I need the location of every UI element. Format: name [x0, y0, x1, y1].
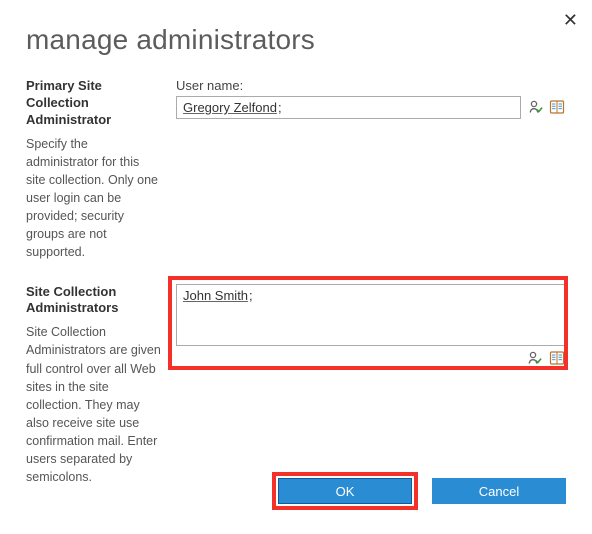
- primary-admin-input[interactable]: Gregory Zelfond;: [176, 96, 521, 119]
- primary-admin-heading: Primary Site Collection Administrator: [26, 78, 162, 129]
- ok-button[interactable]: OK: [278, 478, 412, 504]
- dialog-buttons: OK Cancel: [272, 472, 566, 510]
- username-label: User name:: [176, 78, 566, 93]
- dialog-title: manage administrators: [26, 24, 566, 56]
- browse-directory-icon[interactable]: [548, 350, 566, 367]
- sca-heading: Site Collection Administrators: [26, 284, 162, 318]
- manage-administrators-dialog: ✕ manage administrators Primary Site Col…: [0, 0, 592, 534]
- primary-admin-description: Specify the administrator for this site …: [26, 135, 162, 262]
- sca-input[interactable]: John Smith;: [176, 284, 566, 346]
- section-primary-admin: Primary Site Collection Administrator Sp…: [26, 78, 566, 262]
- sca-description: Site Collection Administrators are given…: [26, 323, 162, 486]
- cancel-button[interactable]: Cancel: [432, 478, 566, 504]
- browse-directory-icon[interactable]: [548, 98, 566, 115]
- sca-value: John Smith: [183, 288, 248, 303]
- close-icon[interactable]: ✕: [563, 10, 578, 31]
- check-names-icon[interactable]: [526, 350, 544, 367]
- check-names-icon[interactable]: [527, 98, 545, 115]
- primary-admin-value: Gregory Zelfond: [183, 100, 277, 115]
- section-sca: Site Collection Administrators Site Coll…: [26, 284, 566, 487]
